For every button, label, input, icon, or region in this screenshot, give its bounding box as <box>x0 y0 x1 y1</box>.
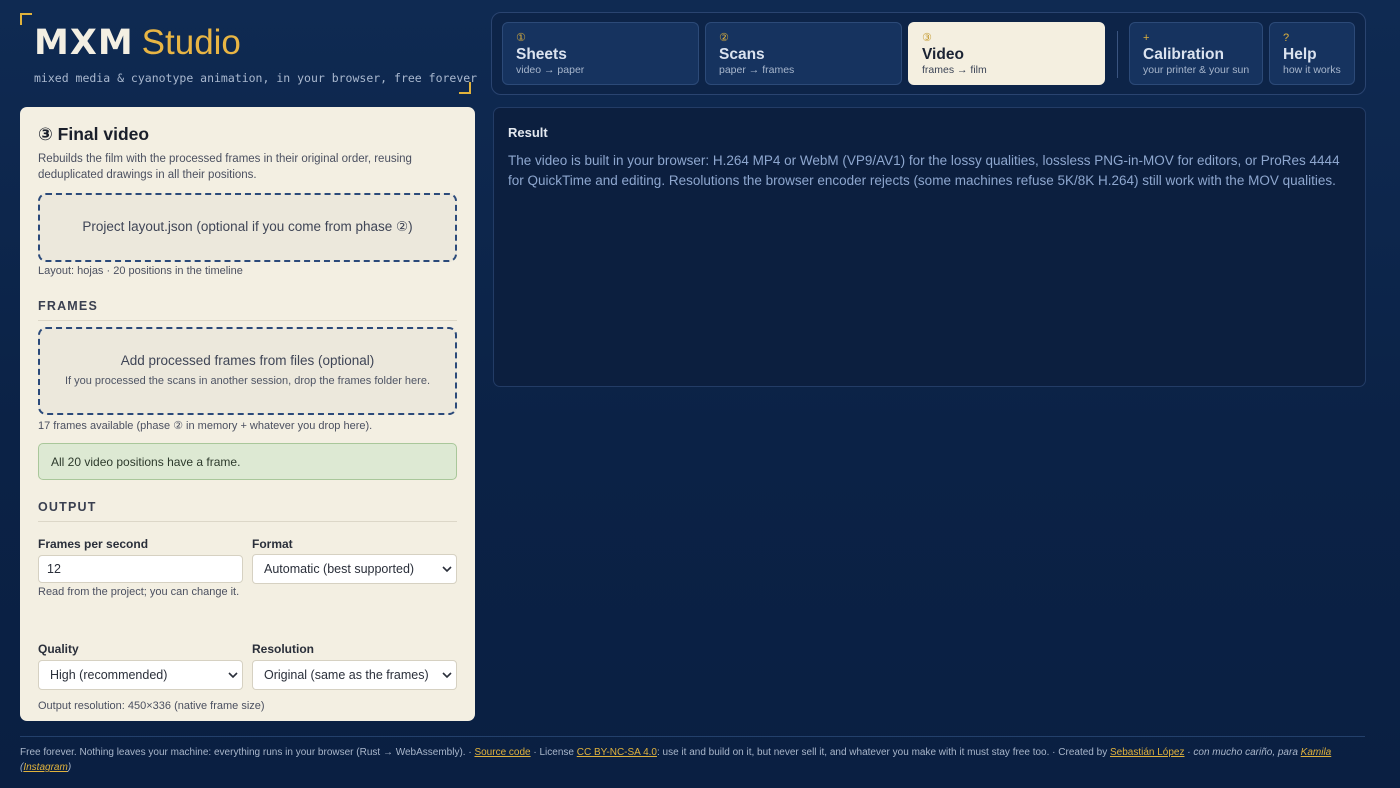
format-select[interactable]: Automatic (best supported) <box>252 554 457 584</box>
tab-scans[interactable]: ② Scans paper → frames <box>705 22 902 85</box>
tab-label: Sheets <box>516 46 567 63</box>
chevron-down-icon <box>228 672 238 679</box>
tab-help[interactable]: ? Help how it works <box>1269 22 1355 85</box>
output-resolution-note: Output resolution: 450×336 (native frame… <box>38 700 265 712</box>
output-heading: OUTPUT <box>38 500 457 522</box>
instagram-link[interactable]: Instagram <box>23 762 67 773</box>
result-panel: Result The video is built in your browse… <box>493 107 1366 387</box>
tab-subtitle: your printer & your sun <box>1143 64 1250 76</box>
tab-video[interactable]: ③ Video frames → film <box>908 22 1105 85</box>
tab-label: Video <box>922 46 964 63</box>
format-label: Format <box>252 537 293 551</box>
tab-divider <box>1117 31 1118 78</box>
phase-tabs: ① Sheets video → paper ② Scans paper → f… <box>491 12 1366 95</box>
tab-subtitle: frames → film <box>922 64 987 76</box>
quality-select[interactable]: High (recommended) <box>38 660 243 690</box>
tab-number: ③ <box>922 32 932 44</box>
brand-header: MXM Studio mixed media & cyanotype animat… <box>20 13 477 94</box>
frames-heading: FRAMES <box>38 299 457 321</box>
kamila-link[interactable]: Kamila <box>1301 747 1332 758</box>
footer-divider <box>20 736 1365 737</box>
format-select-value: Automatic (best supported) <box>264 562 415 576</box>
final-video-panel: ③ Final video Rebuilds the film with the… <box>20 107 475 721</box>
chevron-down-icon <box>442 566 452 573</box>
result-text: The video is built in your browser: H.26… <box>508 153 1340 188</box>
brand-name: MXM <box>34 23 134 63</box>
footer-text: ) <box>67 762 72 773</box>
tab-calibration[interactable]: + Calibration your printer & your sun <box>1129 22 1263 85</box>
status-ok-message: All 20 video positions have a frame. <box>38 443 457 480</box>
fps-input[interactable]: 12 <box>38 555 243 583</box>
tab-number: ② <box>719 32 729 44</box>
brand-suffix: Studio <box>141 23 241 62</box>
fps-help: Read from the project; you can change it… <box>38 586 240 598</box>
frames-dropzone-hint: If you processed the scans in another se… <box>64 375 431 387</box>
tab-sheets[interactable]: ① Sheets video → paper <box>502 22 699 85</box>
panel-title: ③ Final video <box>38 124 150 144</box>
quality-select-value: High (recommended) <box>50 668 168 682</box>
resolution-select-value: Original (same as the frames) <box>264 668 429 682</box>
fps-label: Frames per second <box>38 537 149 551</box>
corner-decoration <box>20 13 32 25</box>
footer-text: : use it and build on it, but never sell… <box>656 747 1110 758</box>
footer: Free forever. Nothing leaves your machin… <box>20 745 1365 775</box>
result-title: Result <box>508 125 548 140</box>
frames-note: 17 frames available (phase ② in memory +… <box>38 420 373 432</box>
license-link[interactable]: CC BY-NC-SA 4.0 <box>577 747 657 758</box>
resolution-label: Resolution <box>252 642 314 656</box>
tab-label: Help <box>1283 46 1317 63</box>
tab-subtitle: video → paper <box>516 64 585 76</box>
footer-text: · License <box>530 747 577 758</box>
layout-dropzone[interactable]: Project layout.json (optional if you com… <box>38 193 457 262</box>
frames-dropzone-title: Add processed frames from files (optiona… <box>120 353 375 368</box>
footer-dedication: · con mucho cariño, para <box>1184 747 1301 758</box>
author-link[interactable]: Sebastián López <box>1110 747 1185 758</box>
tab-number: ① <box>516 32 526 44</box>
resolution-select[interactable]: Original (same as the frames) <box>252 660 457 690</box>
quality-label: Quality <box>38 642 79 656</box>
footer-text: Free forever. Nothing leaves your machin… <box>20 747 475 758</box>
tab-subtitle: how it works <box>1283 64 1341 76</box>
tab-number: + <box>1143 32 1150 44</box>
tab-number: ? <box>1283 32 1290 44</box>
brand-tagline: mixed media & cyanotype animation, in yo… <box>34 71 478 85</box>
source-code-link[interactable]: Source code <box>474 747 530 758</box>
tab-label: Scans <box>719 46 765 63</box>
tab-label: Calibration <box>1143 46 1224 63</box>
panel-description: Rebuilds the film with the processed fra… <box>38 153 412 181</box>
tab-subtitle: paper → frames <box>719 64 795 76</box>
corner-decoration <box>459 82 471 94</box>
app-logo: MXM Studio <box>34 23 241 63</box>
layout-dropzone-label: Project layout.json (optional if you com… <box>82 219 413 234</box>
chevron-down-icon <box>442 672 452 679</box>
frames-dropzone[interactable]: Add processed frames from files (optiona… <box>38 327 457 415</box>
layout-note: Layout: hojas · 20 positions in the time… <box>38 265 243 277</box>
